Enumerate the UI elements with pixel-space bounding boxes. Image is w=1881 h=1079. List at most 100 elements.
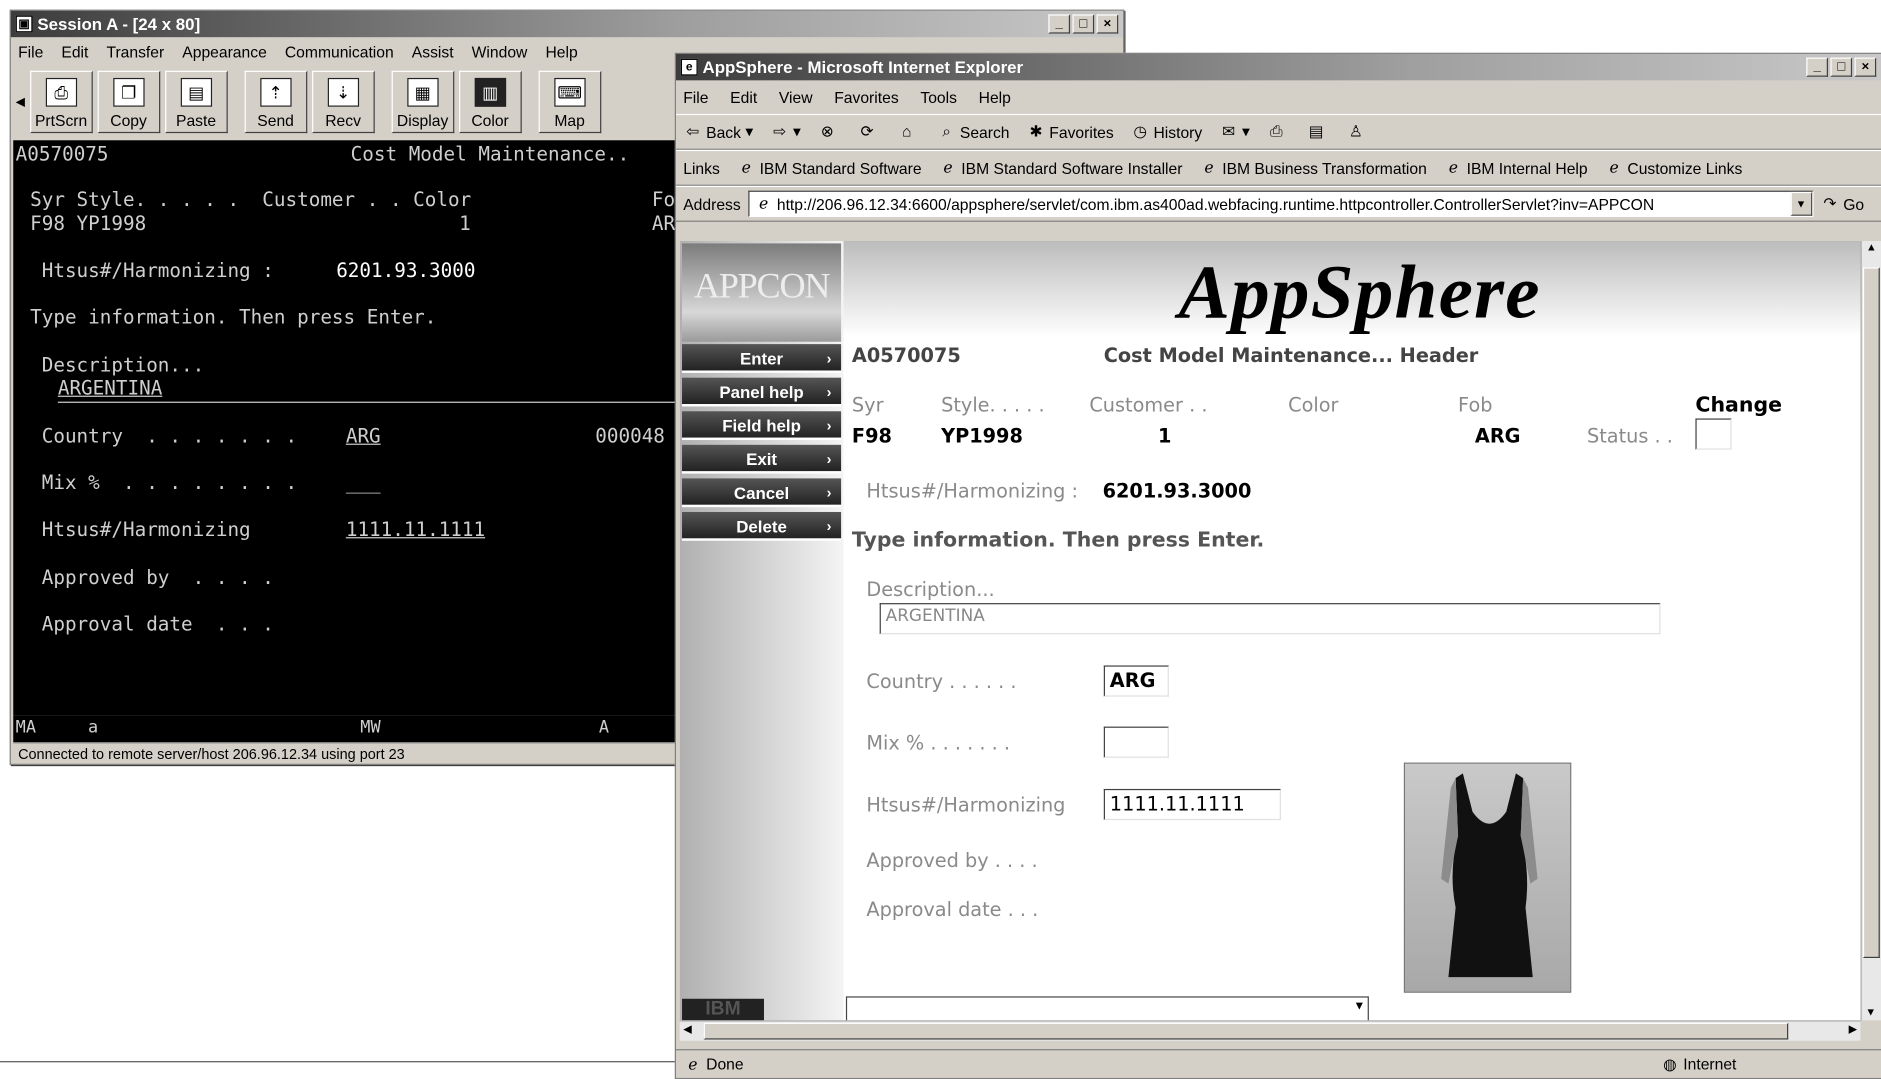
record-id: A0570075	[851, 344, 961, 367]
link-ibm-internal-help[interactable]: ℯ IBM Internal Help	[1444, 158, 1588, 177]
change-label: Change	[1695, 393, 1783, 418]
scroll-down-icon[interactable]: ▼	[1865, 1006, 1876, 1018]
ie-titlebar[interactable]: e AppSphere - Microsoft Internet Explore…	[676, 53, 1881, 81]
ie-minimize-button[interactable]: _	[1806, 57, 1828, 77]
print-icon: ⎙	[1270, 122, 1283, 141]
forward-arrow-icon: ⇨	[773, 122, 787, 141]
ie-menu-view[interactable]: View	[779, 88, 813, 106]
maximize-button[interactable]: □	[1072, 14, 1095, 34]
htsus-input-label: Htsus#/Harmonizing	[866, 793, 1066, 817]
terminal-country-field[interactable]: ARG	[346, 424, 381, 447]
prtscrn-button[interactable]: ⎙ PrtScrn	[29, 70, 93, 134]
terminal-instructions: Type information. Then press Enter.	[30, 305, 437, 329]
back-button[interactable]: ⇦ Back ▾	[683, 122, 753, 141]
country-input[interactable]: ARG	[1103, 665, 1169, 697]
menu-edit[interactable]: Edit	[61, 43, 88, 61]
address-input[interactable]: ℯ http://206.96.12.34:6600/appsphere/ser…	[747, 190, 1814, 218]
address-dropdown-icon[interactable]: ▼	[1790, 191, 1812, 216]
link-ibm-standard-software[interactable]: ℯ IBM Standard Software	[737, 158, 922, 177]
stop-button[interactable]: ⊗	[818, 122, 841, 141]
minimize-button[interactable]: _	[1048, 14, 1071, 34]
cancel-button[interactable]: Cancel	[682, 478, 842, 508]
session-a-titlebar[interactable]: ▣ Session A - [24 x 80] _ □ ×	[10, 10, 1124, 38]
ie-maximize-button[interactable]: □	[1830, 57, 1853, 77]
oia-ma: MA	[15, 718, 36, 738]
ie-menu-tools[interactable]: Tools	[920, 88, 957, 106]
ie-title: AppSphere - Microsoft Internet Explorer	[702, 57, 1024, 77]
terminal-description-label: Description...	[30, 353, 205, 377]
ie-menu-favorites[interactable]: Favorites	[834, 88, 898, 106]
home-icon: ⌂	[902, 122, 912, 141]
menu-transfer[interactable]: Transfer	[106, 43, 164, 61]
scroll-up-icon[interactable]: ▲	[1862, 241, 1881, 253]
home-button[interactable]: ⌂	[897, 122, 920, 141]
messenger-button[interactable]: ♙	[1346, 122, 1369, 141]
search-button[interactable]: ⌕ Search	[937, 122, 1010, 141]
refresh-button[interactable]: ⟳	[857, 122, 880, 141]
copy-button[interactable]: ❐ Copy	[97, 70, 160, 134]
terminal-htsus-field[interactable]: 1111.11.1111	[346, 518, 485, 541]
display-button[interactable]: ▦ Display	[391, 70, 454, 134]
terminal-icon: ▣	[15, 15, 33, 33]
search-label: Search	[959, 122, 1010, 141]
approval-date-label: Approval date . . .	[866, 898, 1039, 921]
link-label: IBM Business Transformation	[1222, 158, 1427, 177]
bottom-select[interactable]: ▼	[845, 996, 1369, 1021]
vertical-scrollbar[interactable]: ▲ ▼	[1860, 240, 1881, 1021]
exit-button[interactable]: Exit	[682, 444, 842, 474]
horizontal-scrollbar[interactable]: ◀ ▶	[679, 1020, 1861, 1041]
ie-close-button[interactable]: ×	[1854, 57, 1877, 77]
map-button[interactable]: ⌨ Map	[538, 70, 601, 134]
panel-help-button[interactable]: Panel help	[682, 377, 842, 407]
menu-appearance[interactable]: Appearance	[182, 43, 267, 61]
ie-menu-edit[interactable]: Edit	[730, 88, 757, 106]
ie-window: e AppSphere - Microsoft Internet Explore…	[674, 52, 1881, 1079]
htsus-input[interactable]: 1111.11.1111	[1103, 788, 1281, 821]
send-button[interactable]: ⇡ Send	[244, 70, 307, 134]
menu-help[interactable]: Help	[545, 43, 577, 61]
history-button[interactable]: ◷ History	[1131, 122, 1203, 141]
mail-button[interactable]: ✉ ▾	[1219, 122, 1250, 141]
close-button[interactable]: ×	[1096, 14, 1119, 34]
menu-communication[interactable]: Communication	[285, 43, 394, 61]
instructions: Type information. Then press Enter.	[851, 528, 1265, 553]
favorites-button[interactable]: ✱ Favorites	[1026, 122, 1113, 141]
link-customize-links[interactable]: ℯ Customize Links	[1604, 158, 1742, 177]
terminal-mix-field[interactable]: ___	[346, 471, 381, 494]
forward-button[interactable]: ⇨ ▾	[770, 122, 801, 141]
edit-page-button[interactable]: ▤	[1307, 122, 1330, 141]
history-label: History	[1153, 122, 1203, 141]
status-input[interactable]	[1695, 418, 1732, 450]
horizontal-scroll-thumb[interactable]	[703, 1022, 1789, 1040]
recv-button[interactable]: ⇣ Recv	[311, 70, 375, 134]
map-label: Map	[554, 111, 585, 130]
go-button[interactable]: ↷ Go	[1820, 194, 1864, 213]
menu-assist[interactable]: Assist	[412, 43, 454, 61]
ie-menu-file[interactable]: File	[683, 88, 708, 106]
link-label: Customize Links	[1627, 158, 1743, 177]
toolbar-scroll-left-icon[interactable]: ◀	[16, 95, 25, 108]
vertical-scroll-thumb[interactable]	[1862, 267, 1880, 959]
print-button[interactable]: ⎙	[1267, 122, 1290, 141]
address-url: http://206.96.12.34:6600/appsphere/servl…	[776, 194, 1655, 213]
map-icon: ⌨	[553, 77, 586, 107]
ie-menu-help[interactable]: Help	[979, 88, 1011, 106]
description-input[interactable]: ARGENTINA	[879, 603, 1661, 635]
terminal-description-field[interactable]: ARGENTINA	[58, 376, 162, 399]
delete-button[interactable]: Delete	[682, 511, 842, 541]
ie-page-icon: ℯ	[741, 158, 751, 177]
scroll-right-icon[interactable]: ▶	[1849, 1023, 1857, 1036]
link-ibm-business-transformation[interactable]: ℯ IBM Business Transformation	[1199, 158, 1427, 177]
paste-button[interactable]: ▤ Paste	[164, 70, 228, 134]
menu-file[interactable]: File	[18, 43, 43, 61]
link-ibm-standard-software-installer[interactable]: ℯ IBM Standard Software Installer	[938, 158, 1182, 177]
receive-icon: ⇣	[327, 77, 359, 107]
menu-window[interactable]: Window	[472, 43, 528, 61]
link-label: IBM Internal Help	[1466, 158, 1588, 177]
prtscrn-label: PrtScrn	[34, 111, 88, 130]
color-button[interactable]: ▥ Color	[458, 70, 522, 134]
scroll-left-icon[interactable]: ◀	[683, 1023, 691, 1036]
enter-button[interactable]: Enter	[682, 344, 842, 373]
field-help-button[interactable]: Field help	[682, 411, 842, 441]
mix-input[interactable]	[1103, 726, 1169, 758]
